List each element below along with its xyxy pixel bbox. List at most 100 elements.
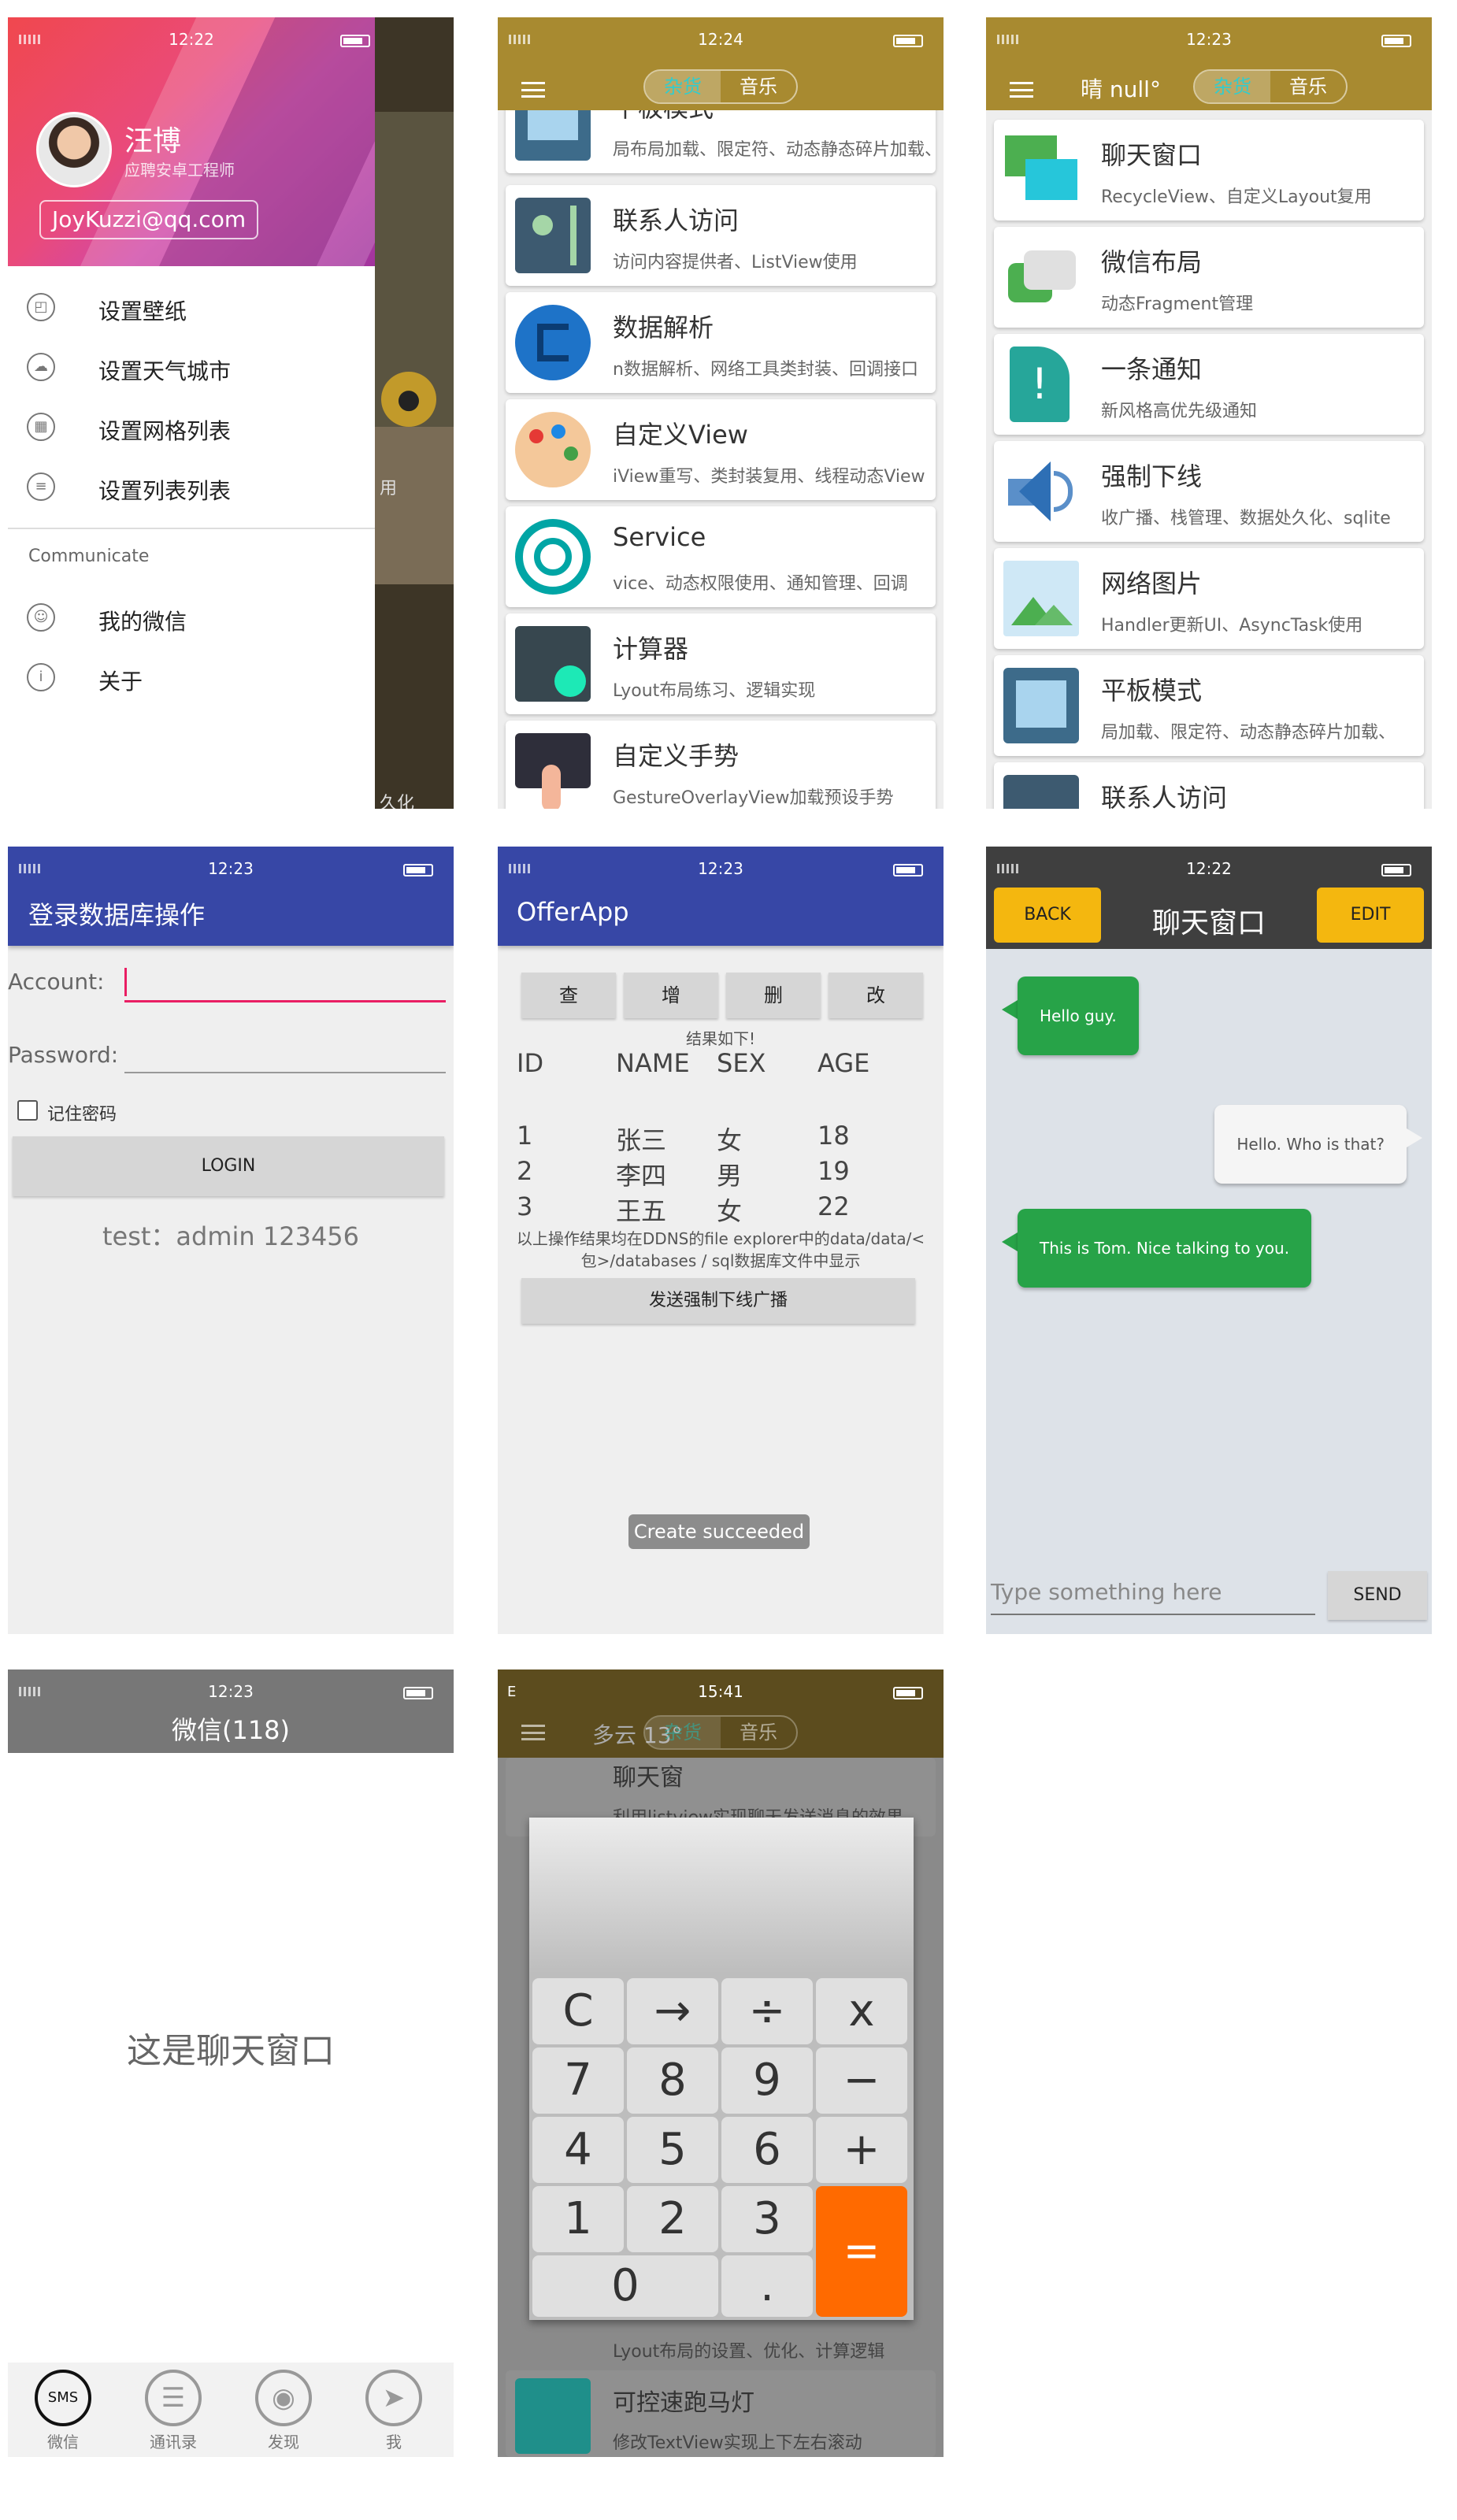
update-button[interactable]: 改 xyxy=(829,973,923,1018)
key-5[interactable]: 5 xyxy=(627,2117,718,2183)
card-title: 聊天窗口 xyxy=(1101,140,1203,170)
card-subtitle: 新风格高优先级通知 xyxy=(1101,402,1258,421)
avatar[interactable] xyxy=(36,112,112,187)
minus-key[interactable]: − xyxy=(816,2048,907,2114)
speaker-icon xyxy=(1003,454,1079,529)
card-notification[interactable]: ! 一条通知 新风格高优先级通知 xyxy=(994,334,1424,435)
card-contacts[interactable]: 联系人访问 xyxy=(994,762,1424,809)
backspace-key[interactable]: → xyxy=(627,1978,718,2044)
cell: 22 xyxy=(817,1191,850,1221)
tab-misc[interactable]: 杂货 xyxy=(1195,71,1270,102)
cell: 女 xyxy=(717,1125,743,1155)
status-time: 12:22 xyxy=(169,30,214,49)
menu-icon[interactable] xyxy=(521,82,545,98)
key-8[interactable]: 8 xyxy=(627,2048,718,2114)
contacts-icon xyxy=(1003,775,1079,809)
clear-key[interactable]: C xyxy=(532,1978,624,2044)
tab-misc[interactable]: 杂货 xyxy=(645,71,721,102)
tab-music[interactable]: 音乐 xyxy=(721,1717,796,1748)
menu-icon[interactable] xyxy=(1010,82,1033,98)
tab-contacts[interactable]: ☰ 通讯录 xyxy=(134,2370,213,2452)
status-time: 12:24 xyxy=(698,30,743,49)
drawer-item-about[interactable]: i 关于 xyxy=(8,647,375,707)
drawer-item-weather-city[interactable]: ☁ 设置天气城市 xyxy=(8,337,375,397)
card-subtitle: vice、动态权限使用、通知管理、回调 xyxy=(613,574,908,594)
card-subtitle: 访问内容提供者、ListView使用 xyxy=(613,253,858,272)
tab-wechat[interactable]: SMS 微信 xyxy=(24,2370,102,2452)
multiply-key[interactable]: x xyxy=(816,1978,907,2044)
drawer-item-wallpaper[interactable]: ◰ 设置壁纸 xyxy=(8,277,375,337)
send-icon: ➤ xyxy=(365,2370,422,2426)
status-time: 12:23 xyxy=(1186,30,1232,49)
drawer-item-grid-list[interactable]: ▦ 设置网格列表 xyxy=(8,397,375,457)
cell: 王五 xyxy=(616,1196,667,1226)
page-title: OfferApp xyxy=(517,897,629,927)
message-input[interactable]: Type something here xyxy=(991,1579,1315,1615)
tab-misc[interactable]: 杂货 xyxy=(645,1717,721,1748)
plus-key[interactable]: + xyxy=(816,2117,907,2183)
cloud-icon: ☁ xyxy=(27,353,55,381)
query-button[interactable]: 查 xyxy=(521,973,616,1018)
key-2[interactable]: 2 xyxy=(627,2186,718,2252)
bottom-tabbar: SMS 微信 ☰ 通讯录 ◉ 发现 ➤ 我 xyxy=(8,2362,454,2457)
key-1[interactable]: 1 xyxy=(532,2186,624,2252)
user-name: 汪博 xyxy=(124,125,182,158)
cell: 2 xyxy=(517,1156,533,1186)
chat-window-text: 这是聊天窗口 xyxy=(127,2031,335,2071)
card-subtitle: 动态Fragment管理 xyxy=(1101,295,1254,314)
key-4[interactable]: 4 xyxy=(532,2117,624,2183)
tab-music[interactable]: 音乐 xyxy=(1270,71,1346,102)
key-6[interactable]: 6 xyxy=(721,2117,813,2183)
broadcast-button[interactable]: 发送强制下线广播 xyxy=(521,1278,915,1324)
cell: 1 xyxy=(517,1121,533,1151)
remember-label: 记住密码 xyxy=(47,1105,117,1125)
card-calculator[interactable]: 计算器 Lyout布局练习、逻辑实现 xyxy=(506,613,936,714)
edit-button[interactable]: EDIT xyxy=(1317,888,1424,943)
account-field[interactable] xyxy=(124,965,446,1002)
send-button[interactable]: SEND xyxy=(1328,1571,1427,1620)
card-contacts[interactable]: 联系人访问 访问内容提供者、ListView使用 xyxy=(506,185,936,286)
key-7[interactable]: 7 xyxy=(532,2048,624,2114)
cell: 李四 xyxy=(616,1161,667,1191)
tab-discover[interactable]: ◉ 发现 xyxy=(244,2370,323,2452)
card-title: 联系人访问 xyxy=(1101,783,1228,809)
drawer-item-label: 关于 xyxy=(98,669,143,695)
gesture-icon xyxy=(515,733,591,809)
card-custom-view[interactable]: 自定义View iView重写、类封装复用、线程动态View xyxy=(506,399,936,500)
card-gesture[interactable]: 自定义手势 GestureOverlayView加载预设手势 xyxy=(506,721,936,809)
decimal-key[interactable]: . xyxy=(721,2255,813,2317)
card-data-parse[interactable]: 数据解析 n数据解析、网络工具类封装、回调接口 xyxy=(506,292,936,393)
peek-content: ● 用 久化 xyxy=(375,17,454,809)
add-button[interactable]: 增 xyxy=(624,973,718,1018)
menu-icon[interactable] xyxy=(521,1725,545,1740)
status-time: 12:23 xyxy=(208,859,254,878)
key-0[interactable]: 0 xyxy=(532,2255,718,2317)
tab-music[interactable]: 音乐 xyxy=(721,71,796,102)
drawer-item-list-list[interactable]: ≡ 设置列表列表 xyxy=(8,457,375,517)
sms-icon: SMS xyxy=(35,2370,91,2426)
card-network-image[interactable]: 网络图片 Handler更新UI、AsyncTask使用 xyxy=(994,548,1424,649)
remember-checkbox[interactable] xyxy=(17,1100,38,1121)
card-wechat-layout[interactable]: 微信布局 动态Fragment管理 xyxy=(994,227,1424,328)
drawer-item-wechat[interactable]: ☺ 我的微信 xyxy=(8,587,375,647)
card-tablet[interactable]: 平板模式 局加载、限定符、动态静态碎片加载、 xyxy=(994,655,1424,756)
card-chat-window[interactable]: 聊天窗口 RecycleView、自定义Layout复用 xyxy=(994,120,1424,220)
app-header: 12:23 微信(118) xyxy=(8,1670,454,1753)
app-header: 12:23 登录数据库操作 xyxy=(8,847,454,946)
delete-button[interactable]: 删 xyxy=(726,973,821,1018)
key-9[interactable]: 9 xyxy=(721,2048,813,2114)
password-field[interactable] xyxy=(124,1036,446,1073)
github-icon[interactable]: ● xyxy=(381,372,436,427)
equals-key[interactable]: = xyxy=(816,2186,907,2317)
card-force-offline[interactable]: 强制下线 收广播、栈管理、数据处久化、sqlite xyxy=(994,441,1424,542)
card-title: 自定义View xyxy=(613,420,748,450)
divide-key[interactable]: ÷ xyxy=(721,1978,813,2044)
card-title: 计算器 xyxy=(613,634,689,664)
user-email[interactable]: JoyKuzzi@qq.com xyxy=(39,200,259,239)
status-time: 12:23 xyxy=(698,859,743,878)
login-button[interactable]: LOGIN xyxy=(13,1136,444,1196)
battery-icon xyxy=(1381,864,1411,876)
card-service[interactable]: Service vice、动态权限使用、通知管理、回调 xyxy=(506,506,936,607)
tab-me[interactable]: ➤ 我 xyxy=(354,2370,433,2452)
key-3[interactable]: 3 xyxy=(721,2186,813,2252)
